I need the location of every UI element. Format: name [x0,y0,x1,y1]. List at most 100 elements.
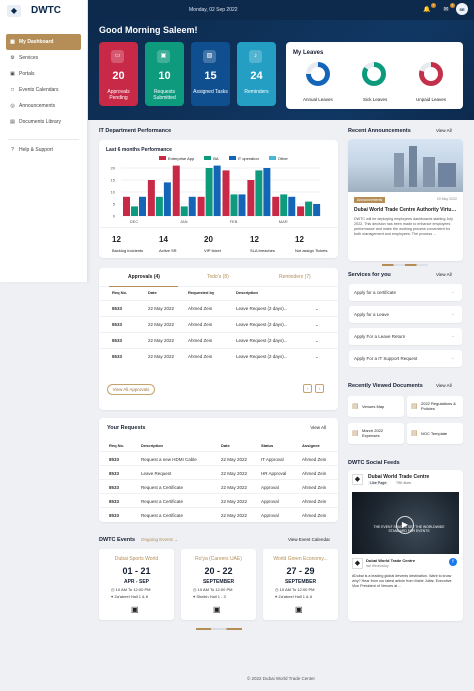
approvals-pending-card[interactable]: ▭ 20 Approvals Pending [99,42,138,106]
announcements-view-all-link[interactable]: View All [436,128,452,133]
table-row[interactable]: 8533 Leave Request 22 May 2022 HR Approv… [99,465,338,479]
approval-description: Leave Request (2 days)... [236,306,288,311]
events-carousel-dots[interactable] [196,628,242,630]
calendar-icon[interactable]: ▣ [213,605,221,614]
stat-value: 12 [250,235,259,244]
sidebar-item-documents-library[interactable]: ▤ Documents Library [6,114,81,130]
table-row[interactable]: 8533 22 May 2022 Ahmed Zein Leave Reques… [99,300,338,316]
post-page-name[interactable]: Dubai World Trade Centre [366,558,415,563]
social-page-name[interactable]: Dubai World Trade Centre [368,474,429,480]
video-title: THE EVENT SPACES SET THE WORLDWIDE STAND… [373,525,445,533]
y-tick-label: 0 [113,214,116,219]
tab-approvals[interactable]: Approvals (4) [128,274,160,280]
stat-value: 20 [112,70,125,82]
table-row[interactable]: 8533 Request a Certificate 22 May 2022 A… [99,479,338,493]
reminders-card[interactable]: ♪ 24 Reminders [237,42,276,106]
chevron-down-icon: ⌄ [174,537,179,542]
view-event-calendar-link[interactable]: View Event Calendar [288,537,330,542]
services-title: Services for you [348,272,391,278]
tab-todos[interactable]: Todo's (8) [207,274,229,280]
documents-view-all-link[interactable]: View All [436,383,452,388]
document-item[interactable]: ▤ Venues Map [348,396,404,417]
event-month: APR - SEP [123,579,149,585]
document-icon: ▤ [411,430,418,437]
chevron-down-icon[interactable]: ⌄ [315,306,319,312]
previous-page-button[interactable]: ‹ [303,384,312,393]
table-row[interactable]: 8533 Request a new HDMI Cable 22 May 202… [99,451,338,465]
service-apply-leave[interactable]: Apply for a Leave → [349,306,462,323]
sidebar-item-label: Documents Library [19,119,61,125]
portals-icon: ▣ [10,70,15,77]
approval-description: Leave Request (2 days)... [236,338,288,343]
request-date: 22 May 2022 [221,499,248,504]
service-label: Apply For a Leave Return [354,334,406,339]
sidebar-item-label: My Dashboard [19,39,54,45]
table-row[interactable]: 8533 22 May 2022 Ahmed Zein Leave Reques… [99,332,338,348]
facebook-icon[interactable]: f [449,558,457,566]
table-row[interactable]: 8533 Request a Certificate 22 May 2022 A… [99,507,338,521]
request-description: Request a Certificate [141,485,184,490]
requests-submitted-card[interactable]: ▣ 10 Requests Submitted [145,42,184,106]
sidebar-item-dashboard[interactable]: ▦ My Dashboard [6,34,81,50]
like-page-button[interactable]: Like Page [368,481,389,485]
sidebar-item-label: Announcements [19,103,56,109]
approval-date: 22 May 2022 [148,306,175,311]
announcement-carousel-dots[interactable] [382,264,428,266]
table-row[interactable]: 8533 Request a Certificate 22 May 2022 A… [99,493,338,507]
requests-view-all-link[interactable]: View All [310,425,326,430]
assigned-tasks-card[interactable]: ▧ 15 Assigned Tasks [191,42,230,106]
sidebar-item-services[interactable]: ⚙ Services [6,50,81,66]
dwtc-logo-icon[interactable]: ◆ [7,5,21,17]
y-tick-label: 15 [111,178,116,183]
approval-description: Leave Request (2 days)... [236,354,288,359]
sidebar-item-announcements[interactable]: ◎ Announcements [6,98,81,114]
document-label: March 2022 Expenses [362,428,384,438]
service-apply-certificate[interactable]: Apply for a certificate → [349,284,462,301]
performance-chart: 0 5 10 15 20 DEC JAN FEB MAR [111,166,321,224]
sidebar-item-portals[interactable]: ▣ Portals [6,66,81,82]
post-text: #Dubai is a leading global #events desti… [352,574,452,588]
document-item[interactable]: ▤ NOC Template [407,423,463,444]
column-header: Req No. [109,443,125,448]
avatar[interactable]: SE [456,3,468,15]
greeting: Good Morning Saleem! [99,25,198,35]
document-item[interactable]: ▤ March 2022 Expenses [348,423,404,444]
social-video[interactable]: ▶ THE EVENT SPACES SET THE WORLDWIDE STA… [352,492,459,554]
announcement-headline[interactable]: Dubai World Trade Centre Authority Virtu… [354,207,458,213]
service-apply-it-support[interactable]: Apply For a IT Support Request → [349,350,462,367]
table-row[interactable]: 8533 22 May 2022 Ahmed Zein Leave Reques… [99,316,338,332]
chart-bar [247,180,255,216]
event-card[interactable]: World Green Economy... 27 - 29 SEPTEMBER… [263,549,338,620]
chart-bar [155,196,163,216]
ongoing-events-dropdown[interactable]: Ongoing Events ⌄ [141,537,178,543]
chevron-down-icon[interactable]: ⌄ [315,338,319,344]
services-view-all-link[interactable]: View All [436,272,452,277]
document-item[interactable]: ▤ 2022 Regulations & Policies [407,396,463,417]
column-header: Date [148,290,157,295]
table-row[interactable]: 8533 22 May 2022 Ahmed Zein Leave Reques… [99,348,338,364]
calendar-icon[interactable]: ▣ [295,605,303,614]
sidebar-item-label: Help & Support [19,147,53,153]
event-card[interactable]: Ro'ya (Careers UAE) 20 - 22 SEPTEMBER ◷ … [181,549,256,620]
arrow-right-icon: → [450,355,455,361]
chevron-down-icon[interactable]: ⌄ [315,354,319,360]
service-apply-leave-return[interactable]: Apply For a Leave Return → [349,328,462,345]
approval-requested-by: Ahmed Zein [188,322,213,327]
x-tick-label: MAR [279,219,288,224]
announcements-title: Recent Announcements [348,128,411,134]
calendar-icon[interactable]: ▣ [131,605,139,614]
post-date: last Wednesday [366,564,389,568]
facebook-feed-card: ◆ Dubai World Trade Centre Like Page 79K… [348,470,463,621]
chevron-down-icon[interactable]: ⌄ [315,322,319,328]
announcement-card[interactable]: Announcements 20 May 2022 Dubai World Tr… [348,139,463,261]
view-all-approvals-button[interactable]: View All Approvals [107,384,155,395]
tab-reminders[interactable]: Reminders (7) [279,274,311,280]
sidebar-item-events-calendars[interactable]: □ Events Calendars [6,82,81,98]
performance-title: IT Department Performance [99,128,172,134]
event-card[interactable]: Dubai Sports World 01 - 21 APR - SEP ◷ 1… [99,549,174,620]
approval-requested-by: Ahmed Zein [188,354,213,359]
next-page-button[interactable]: › [315,384,324,393]
sidebar-item-help-support[interactable]: ? Help & Support [6,142,81,158]
column-header: Description [141,443,164,448]
request-req-no: 8533 [109,457,120,462]
